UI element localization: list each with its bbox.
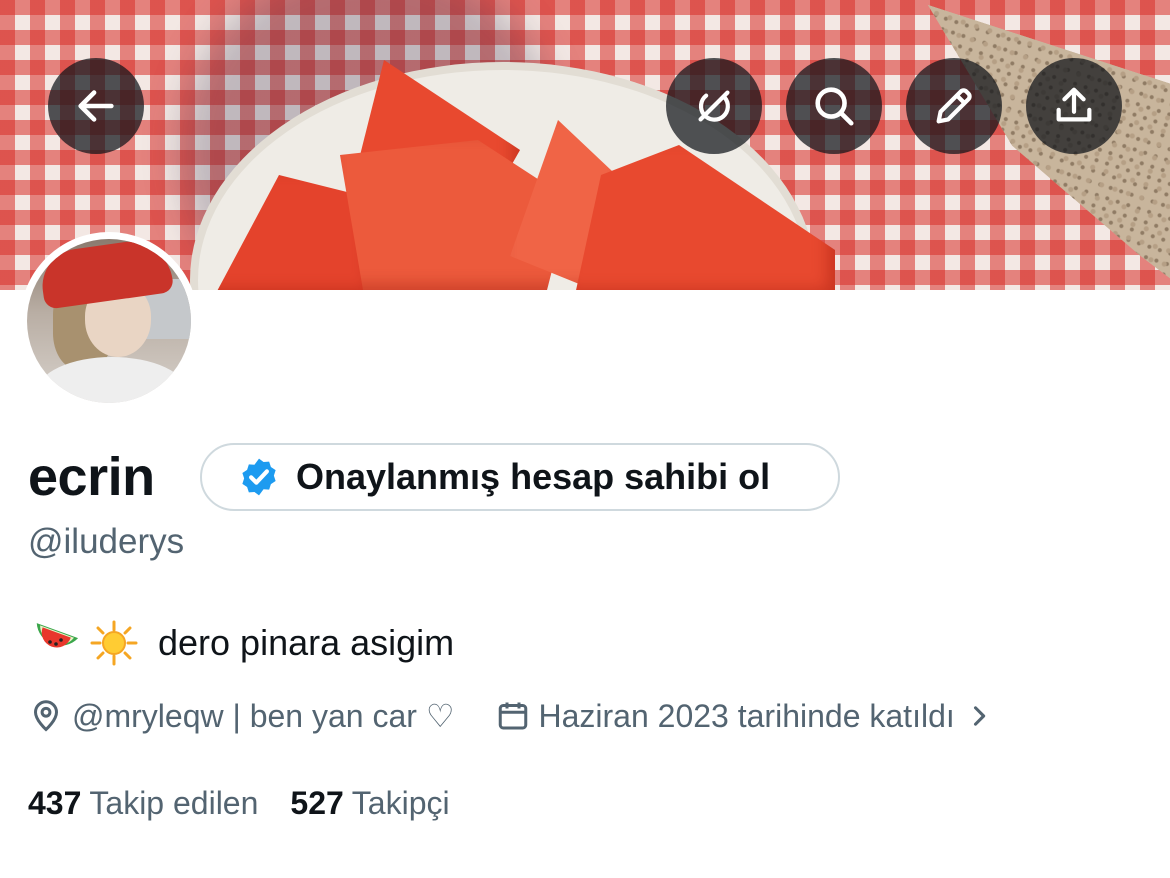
- calendar-icon: [498, 702, 527, 730]
- avatar-image: [27, 239, 191, 403]
- grok-button[interactable]: [666, 58, 762, 154]
- back-button[interactable]: [48, 58, 144, 154]
- sun-emoji: [88, 620, 140, 666]
- following-count[interactable]: 437: [28, 785, 81, 822]
- search-icon: [815, 87, 854, 126]
- follow-stats: 437 Takip edilen 527 Takipçi: [28, 785, 482, 822]
- location-text[interactable]: @mryleqw | ben yan car ♡: [72, 697, 455, 735]
- share-button[interactable]: [1026, 58, 1122, 154]
- user-handle: @iluderys: [28, 522, 185, 561]
- profile-meta: @mryleqw | ben yan car ♡ Haziran 2023 ta…: [28, 697, 1001, 735]
- grok-icon: [698, 90, 730, 122]
- avatar-shirt: [37, 357, 187, 403]
- avatar[interactable]: [20, 232, 198, 410]
- following-label[interactable]: Takip edilen: [89, 785, 258, 822]
- edit-button[interactable]: [906, 58, 1002, 154]
- profile-banner[interactable]: [0, 0, 1170, 290]
- location-pin-icon: [33, 700, 59, 732]
- chevron-right-icon[interactable]: [965, 702, 993, 730]
- back-arrow-icon: [78, 90, 114, 122]
- followers-label[interactable]: Takipçi: [352, 785, 450, 822]
- watermelon-emoji: [28, 620, 80, 666]
- bio-text: dero pinara asigim: [158, 622, 455, 663]
- verified-badge-icon: [242, 458, 276, 496]
- get-verified-button[interactable]: Onaylanmış hesap sahibi ol: [200, 443, 840, 511]
- get-verified-label: Onaylanmış hesap sahibi ol: [296, 456, 771, 497]
- share-icon: [1056, 87, 1092, 122]
- joined-date[interactable]: Haziran 2023 tarihinde katıldı: [539, 698, 955, 735]
- search-button[interactable]: [786, 58, 882, 154]
- edit-pencil-icon: [936, 88, 972, 124]
- followers-count[interactable]: 527: [290, 785, 343, 822]
- display-name: ecrin: [28, 447, 155, 507]
- bio: dero pinara asigim: [28, 620, 454, 666]
